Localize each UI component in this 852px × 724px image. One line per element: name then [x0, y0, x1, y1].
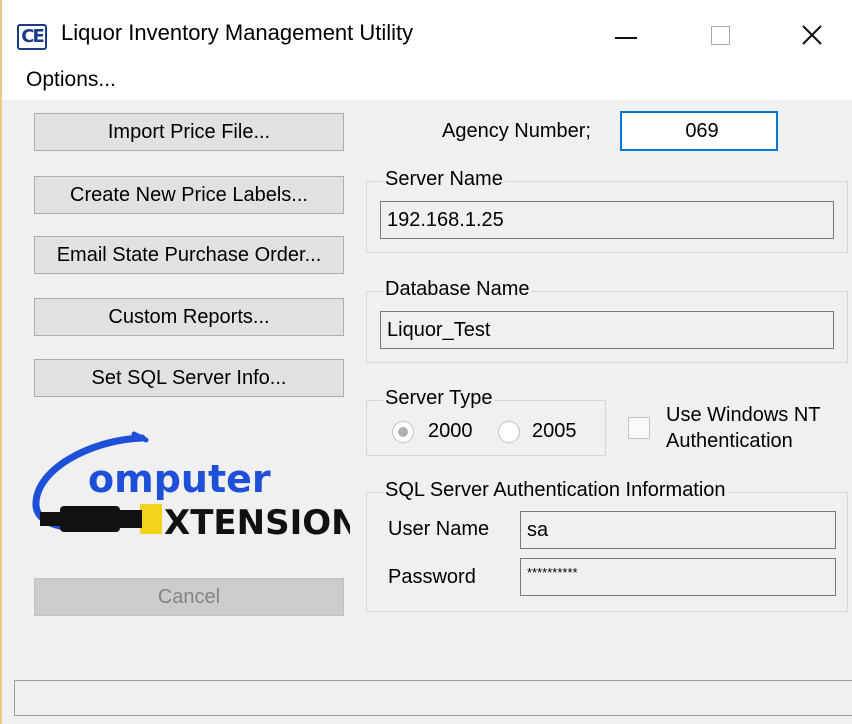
agency-number-label: Agency Number;: [442, 120, 591, 142]
create-price-labels-button[interactable]: Create New Price Labels...: [34, 176, 344, 214]
sql-auth-title: SQL Server Authentication Information: [383, 479, 728, 502]
title-bar[interactable]: CE Liquor Inventory Management Utility: [2, 0, 852, 66]
nt-auth-checkbox[interactable]: [628, 417, 650, 439]
app-icon: CE: [16, 22, 48, 50]
cancel-button: Cancel: [34, 578, 344, 616]
nt-auth-label-line1: Use Windows NT: [666, 404, 821, 426]
user-name-label: User Name: [388, 518, 490, 540]
nt-auth-label-line2: Authentication: [666, 430, 793, 452]
close-button[interactable]: [782, 10, 842, 60]
menu-bar: Options...: [2, 66, 852, 100]
server-name-title: Server Name: [383, 168, 505, 191]
password-input[interactable]: **********: [520, 558, 836, 596]
radio-2000[interactable]: [392, 421, 414, 443]
minimize-button[interactable]: [596, 10, 656, 60]
user-name-input[interactable]: sa: [520, 511, 836, 549]
server-type-title: Server Type: [383, 387, 495, 410]
computer-extensions-logo: omputer XTENSIONS: [32, 431, 350, 543]
database-name-title: Database Name: [383, 278, 532, 301]
password-label: Password: [388, 566, 476, 588]
radio-2000-label: 2000: [428, 420, 473, 442]
import-price-file-button[interactable]: Import Price File...: [34, 113, 344, 151]
app-window: CE Liquor Inventory Management Utility O…: [0, 0, 852, 724]
email-purchase-order-button[interactable]: Email State Purchase Order...: [34, 236, 344, 274]
server-name-input[interactable]: 192.168.1.25: [380, 201, 834, 239]
radio-2005-label: 2005: [532, 420, 577, 442]
close-icon: [802, 25, 822, 45]
database-name-input[interactable]: Liquor_Test: [380, 311, 834, 349]
set-sql-server-info-button[interactable]: Set SQL Server Info...: [34, 359, 344, 397]
status-bar: [14, 680, 852, 716]
window-title: Liquor Inventory Management Utility: [61, 20, 414, 45]
custom-reports-button[interactable]: Custom Reports...: [34, 298, 344, 336]
maximize-button[interactable]: [690, 10, 750, 60]
menu-options[interactable]: Options...: [26, 68, 116, 92]
agency-number-input[interactable]: 069: [620, 111, 778, 151]
logo-text-extensions: XTENSIONS: [164, 503, 350, 543]
minimize-icon: [615, 37, 637, 39]
logo-text-computer: omputer: [88, 457, 271, 501]
radio-2005[interactable]: [498, 421, 520, 443]
maximize-icon: [710, 25, 730, 45]
